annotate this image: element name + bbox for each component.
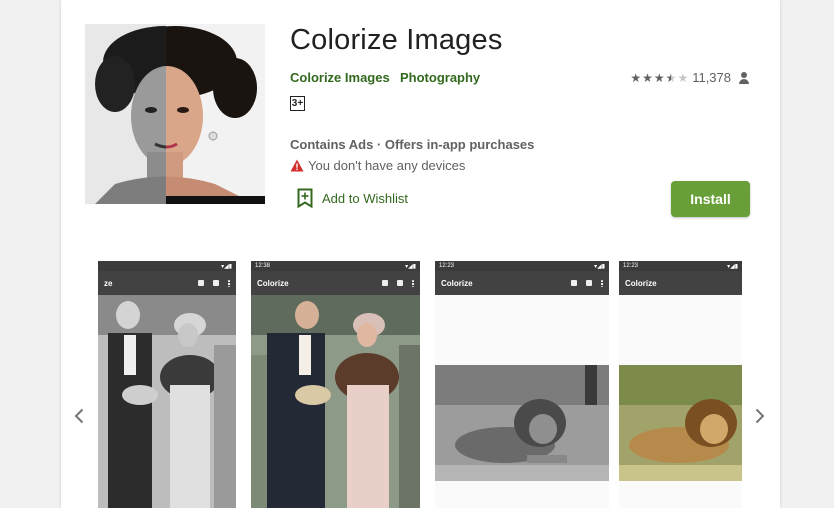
- status-bar: ▾◢▮: [98, 261, 236, 271]
- warning-triangle-icon: [290, 159, 304, 172]
- status-time: 12:23: [439, 263, 455, 269]
- status-bar: 12:38 ▾◢▮: [251, 261, 420, 271]
- carousel-next-button[interactable]: [752, 402, 768, 430]
- star-icon: ★: [630, 70, 642, 85]
- app-toolbar: Colorize: [619, 271, 742, 295]
- image-icon: [198, 280, 204, 286]
- app-icon: [85, 24, 265, 204]
- star-icon: ★: [642, 70, 653, 85]
- developer-link[interactable]: Colorize Images: [290, 70, 390, 85]
- person-icon: [738, 71, 750, 84]
- screenshot-photo: [98, 295, 236, 508]
- app-toolbar: Colorize: [251, 271, 420, 295]
- screenshot-2[interactable]: 12:38 ▾◢▮ Colorize: [251, 261, 420, 508]
- status-bar: 12:23 ▾◢▮: [619, 261, 742, 271]
- share-icon: [586, 280, 592, 286]
- toolbar-title: Colorize: [625, 278, 657, 288]
- app-toolbar: Colorize: [435, 271, 609, 295]
- ads-info: Contains Ads · Offers in-app purchases: [290, 137, 535, 152]
- portrait-image: [85, 24, 265, 204]
- device-warning: You don't have any devices: [290, 158, 465, 173]
- chevron-left-icon: [74, 408, 84, 424]
- app-title: Colorize Images: [290, 24, 503, 56]
- toolbar-title: Colorize: [257, 278, 289, 288]
- more-icon: [228, 279, 230, 287]
- star-icon: ★: [653, 70, 665, 85]
- status-bar: 12:23 ▾◢▮: [435, 261, 609, 271]
- age-rating-badge[interactable]: 3+: [290, 96, 305, 111]
- status-time: 12:23: [623, 263, 639, 269]
- share-icon: [213, 280, 219, 286]
- category-link[interactable]: Photography: [400, 70, 480, 85]
- screenshot-photo: [619, 295, 742, 508]
- image-icon: [382, 280, 388, 286]
- app-toolbar: ze: [98, 271, 236, 295]
- status-time: 12:38: [255, 263, 271, 269]
- bookmark-add-icon: [297, 188, 313, 208]
- carousel-prev-button[interactable]: [71, 402, 87, 430]
- star-empty-icon: ★: [677, 70, 689, 85]
- star-half-icon: ★: [665, 70, 677, 85]
- chevron-right-icon: [755, 408, 765, 424]
- screenshot-4[interactable]: 12:23 ▾◢▮ Colorize: [619, 261, 742, 508]
- app-details-card: Colorize Images Colorize Images Photogra…: [61, 0, 780, 508]
- toolbar-title: Colorize: [441, 278, 473, 288]
- screenshot-1[interactable]: ▾◢▮ ze: [98, 261, 236, 508]
- device-warning-text: You don't have any devices: [308, 158, 466, 173]
- install-button[interactable]: Install: [671, 181, 750, 217]
- screenshot-3[interactable]: 12:23 ▾◢▮ Colorize: [435, 261, 609, 508]
- toolbar-title: ze: [104, 278, 113, 288]
- share-icon: [397, 280, 403, 286]
- screenshot-photo: [435, 295, 609, 508]
- more-icon: [601, 279, 603, 287]
- star-rating: ★ ★ ★ ★ ★: [630, 71, 688, 85]
- rating-count: 11,378: [692, 70, 731, 85]
- add-to-wishlist-button[interactable]: Add to Wishlist: [297, 188, 408, 208]
- screenshot-photo: [251, 295, 420, 508]
- screenshot-carousel[interactable]: ▾◢▮ ze 12:38 ▾◢▮ Colorize 12:23 ▾◢▮ Colo…: [98, 261, 742, 508]
- image-icon: [571, 280, 577, 286]
- wishlist-label: Add to Wishlist: [322, 190, 408, 206]
- rating-summary: ★ ★ ★ ★ ★ 11,378: [630, 70, 750, 85]
- more-icon: [412, 279, 414, 287]
